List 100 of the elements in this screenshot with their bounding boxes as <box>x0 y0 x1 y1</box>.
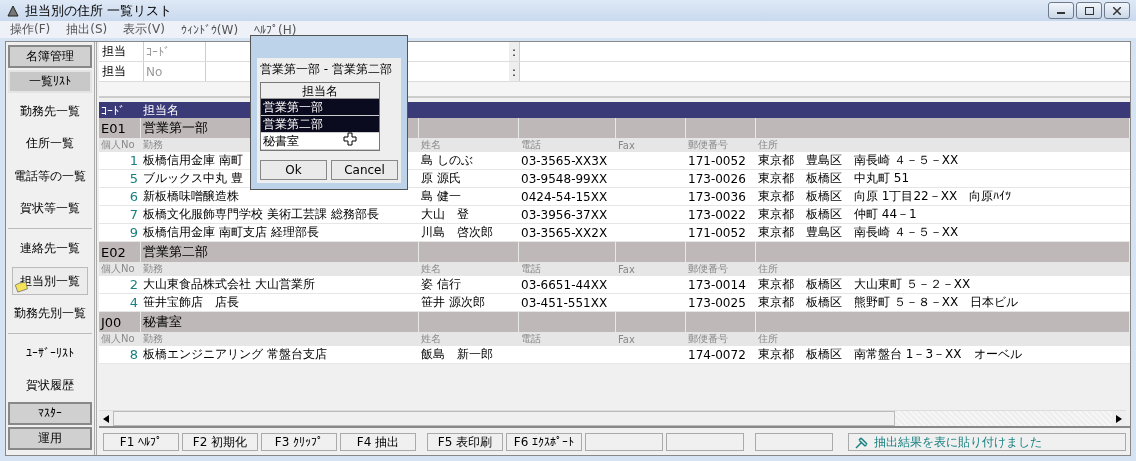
menu-item[interactable]: ｳｨﾝﾄﾞｳ(W) <box>180 22 239 37</box>
cursor-icon <box>343 132 357 146</box>
group-code: E02 <box>101 244 126 260</box>
table-cell-text: 03-9548-99XX <box>520 171 608 186</box>
table-cell-text: 板橋文化服飾専門学校 美術工芸課 総務部長 <box>142 206 379 223</box>
table-cell-text: 173-0025 <box>687 295 746 310</box>
table-cell-text: 笹井宝飾店 店長 <box>142 294 239 311</box>
sidebar-item[interactable]: ﾕｰｻﾞｰﾘｽﾄ <box>12 338 88 368</box>
table-cell-text: 173-0026 <box>687 171 746 186</box>
dialog-button[interactable]: Cancel <box>331 160 398 180</box>
function-key[interactable]: F3 ｸﾘｯﾌﾟ <box>261 433 337 451</box>
sidebar-item[interactable]: 賀状等一覧 <box>12 194 88 224</box>
table-cell-text: 東京都 板橋区 仲町 44－1 <box>757 206 917 223</box>
menu-item[interactable]: 操作(F) <box>10 21 51 38</box>
sidebar-item[interactable]: 連絡先一覧 <box>12 234 88 263</box>
function-key[interactable]: F6 ｴｸｽﾎﾟｰﾄ <box>506 433 582 451</box>
sidebar-item[interactable]: 勤務先一覧 <box>12 96 88 126</box>
table-cell-text: 板橋信用金庫 南町支店 経理部長 <box>142 224 319 241</box>
group-code: E01 <box>101 120 126 136</box>
close-icon <box>1113 6 1121 15</box>
maximize-button[interactable] <box>1076 2 1102 19</box>
table-cell-text: 03-3565-XX3X <box>520 153 608 168</box>
dialog-caption: 営業第一部 - 営業第二部 <box>260 61 393 78</box>
blank-key[interactable] <box>755 433 833 451</box>
column-label: 勤務 <box>142 262 163 276</box>
column-label: Fax <box>617 139 635 151</box>
column-label: 住所 <box>757 262 778 276</box>
table-cell-text: 173-0022 <box>687 207 746 222</box>
table-cell-text: 原 源氏 <box>420 170 461 187</box>
table-cell-text: 島 しのぶ <box>420 152 473 169</box>
table-cell-text: 川島 啓次郎 <box>420 224 493 241</box>
function-key[interactable]: F5 表印刷 <box>427 433 503 451</box>
column-label: 個人No <box>100 262 135 276</box>
table-cell-text: 姿 信行 <box>420 276 461 293</box>
column-label: 姓名 <box>420 262 441 276</box>
scroll-right-icon[interactable] <box>1112 411 1126 426</box>
blank-key[interactable] <box>585 433 663 451</box>
row-number: 5 <box>128 171 139 186</box>
minimize-button[interactable] <box>1048 2 1074 19</box>
table-cell-text: 03-3565-XX2X <box>520 225 608 240</box>
sidebar-tab[interactable]: 運用 <box>8 426 92 450</box>
group-name: 秘書室 <box>143 313 182 331</box>
column-label: 個人No <box>100 332 135 346</box>
window-title: 担当別の住所 一覧リスト <box>25 1 173 20</box>
menu-item[interactable]: ﾍﾙﾌﾟ(H) <box>254 22 297 37</box>
table-cell-text: 飯島 新一郎 <box>420 346 493 363</box>
table-cell-text: 03-3956-37XX <box>520 207 608 222</box>
column-header: 担当名 <box>142 102 179 119</box>
dialog-button[interactable]: Ok <box>260 160 327 180</box>
table-cell-text: 171-0052 <box>687 153 746 168</box>
column-label: 住所 <box>757 138 778 152</box>
sidebar-item[interactable]: 勤務先別一覧 <box>12 299 88 328</box>
sidebar-item[interactable]: 電話等の一覧 <box>12 162 88 191</box>
sidebar-item[interactable]: 住所一覧 <box>12 129 88 159</box>
table-cell-text: ブルックス中丸 豊 <box>142 170 243 187</box>
list-item[interactable]: 秘書室 <box>261 133 379 150</box>
list-header: 担当名 <box>261 83 379 99</box>
row-number: 8 <box>128 347 139 362</box>
table-cell-text: 東京都 板橋区 向原 1丁目22－XX 向原ﾊｲﾂ <box>757 188 1012 205</box>
list-item[interactable]: 営業第一部 <box>261 99 379 116</box>
column-label: 姓名 <box>420 332 441 346</box>
table-cell-text: 大山東食品株式会社 大山営業所 <box>142 276 315 293</box>
close-button[interactable] <box>1104 2 1130 19</box>
sidebar-tab[interactable]: 名簿管理 <box>8 45 92 68</box>
column-label: Fax <box>617 333 635 345</box>
table-cell-text: 板橋信用金庫 南町 <box>142 152 243 169</box>
maximize-icon <box>1084 6 1094 15</box>
column-label: 勤務 <box>142 138 163 152</box>
colon-label: : <box>509 62 519 81</box>
blank-key[interactable] <box>666 433 744 451</box>
table-cell-text: 171-0052 <box>687 225 746 240</box>
app-icon <box>6 3 20 18</box>
menu-item[interactable]: 抽出(S) <box>66 21 108 38</box>
table-cell-text: 173-0036 <box>687 189 746 204</box>
function-key[interactable]: F1 ﾍﾙﾌﾟ <box>103 433 179 451</box>
table-cell-text: 03-6651-44XX <box>520 277 608 292</box>
table-cell-text: 板橋エンジニアリング 常盤台支店 <box>142 346 327 363</box>
status-text: 抽出結果を表に貼り付けました <box>874 433 1042 451</box>
sidebar-tab[interactable]: ﾏｽﾀｰ <box>8 402 92 425</box>
table-cell-text: 173-0014 <box>687 277 746 292</box>
table-cell-text: 東京都 板橋区 大山東町 ５－２－XX <box>757 276 971 293</box>
pin-icon <box>855 435 869 449</box>
scrollbar-thumb[interactable] <box>113 411 895 426</box>
table-cell-text: 東京都 板橋区 南常盤台 1－3－XX オーベル <box>757 346 1022 363</box>
function-key[interactable]: F4 抽出 <box>340 433 416 451</box>
table-cell-text: 東京都 板橋区 中丸町 51 <box>757 170 910 187</box>
table-cell-text: 新板橋味噌醸造株 <box>142 188 239 205</box>
scroll-left-icon[interactable] <box>99 411 113 426</box>
menu-item[interactable]: 表示(V) <box>123 21 165 38</box>
list-item[interactable]: 営業第二部 <box>261 116 379 133</box>
sidebar-tab[interactable]: 一覧ﾘｽﾄ <box>8 69 92 93</box>
table-cell-text: 東京都 豊島区 南長崎 ４－５－XX <box>757 224 959 241</box>
row-number: 6 <box>128 189 139 204</box>
function-key[interactable]: F2 初期化 <box>182 433 258 451</box>
table-cell-text: 笹井 源次郎 <box>420 294 485 311</box>
sidebar-item[interactable]: 賀状履歴 <box>12 371 88 400</box>
column-label: 勤務 <box>142 332 163 346</box>
column-label: Fax <box>617 263 635 275</box>
filter-label: 担当 <box>101 43 127 60</box>
row-number: 1 <box>128 153 139 168</box>
